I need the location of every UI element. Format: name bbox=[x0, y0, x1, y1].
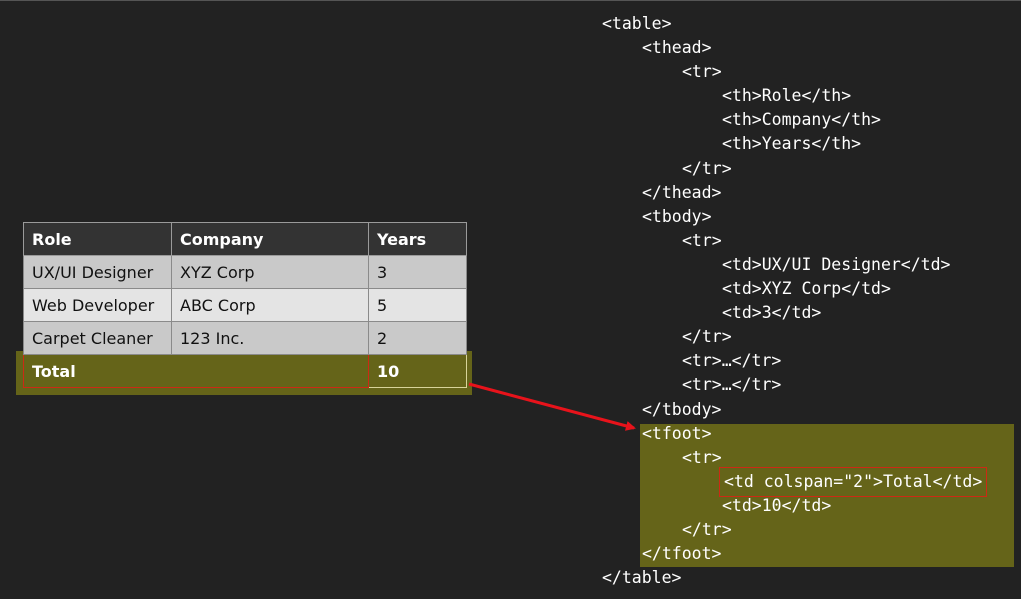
code-line: </table> bbox=[602, 568, 682, 588]
table-cell: 2 bbox=[368, 321, 467, 355]
table-cell: UX/UI Designer bbox=[23, 255, 172, 289]
code-line: <thead> bbox=[642, 38, 712, 58]
header-row: Role Company Years bbox=[23, 222, 467, 256]
colspan-annotation-box: <td colspan="2">Total</td> bbox=[718, 466, 988, 497]
table-head: Role Company Years bbox=[23, 222, 467, 256]
footer-row: Total 10 bbox=[23, 354, 467, 388]
footer-total-value: 10 bbox=[368, 354, 467, 388]
top-divider bbox=[0, 0, 1021, 1]
code-line: <td>XYZ Corp</td> bbox=[722, 279, 891, 299]
code-line: <tbody> bbox=[642, 206, 712, 226]
code-line: <td>UX/UI Designer</td> bbox=[722, 254, 951, 274]
code-line: <th>Role</th> bbox=[722, 86, 852, 106]
code-line: <th>Years</th> bbox=[722, 134, 862, 154]
table-row: UX/UI Designer XYZ Corp 3 bbox=[23, 255, 467, 289]
table-cell: ABC Corp bbox=[171, 288, 369, 322]
table-foot: Total 10 bbox=[23, 354, 467, 388]
footer-total-label: Total bbox=[23, 354, 369, 388]
code-listing: <table> <thead> <tr> <th>Role</th> <th>C… bbox=[602, 12, 988, 590]
table-cell: Carpet Cleaner bbox=[23, 321, 172, 355]
table-body: UX/UI Designer XYZ Corp 3 Web Developer … bbox=[23, 255, 467, 355]
code-line: <tr>…</tr> bbox=[682, 375, 782, 395]
header-cell-role: Role bbox=[23, 222, 172, 256]
code-line: </tr> bbox=[682, 158, 732, 178]
code-line: </tbody> bbox=[642, 399, 722, 419]
code-line: <table> bbox=[602, 14, 672, 33]
table-cell: 5 bbox=[368, 288, 467, 322]
code-line: </tr> bbox=[682, 327, 732, 347]
code-line: <td>3</td> bbox=[722, 303, 822, 323]
code-line: <th>Company</th> bbox=[722, 110, 881, 130]
table-cell: 3 bbox=[368, 255, 467, 289]
code-line: <tr> bbox=[682, 230, 722, 250]
table-cell: 123 Inc. bbox=[171, 321, 369, 355]
code-line: </tr> bbox=[682, 519, 732, 539]
code-line: <tr>…</tr> bbox=[682, 351, 782, 371]
code-line: </tfoot> bbox=[642, 544, 722, 564]
table-cell: XYZ Corp bbox=[171, 255, 369, 289]
code-line-colspan: <td colspan="2">Total</td> bbox=[602, 466, 988, 497]
code-line: <tfoot> bbox=[642, 423, 712, 443]
table-row: Carpet Cleaner 123 Inc. 2 bbox=[23, 321, 467, 355]
rendered-table: Role Company Years UX/UI Designer XYZ Co… bbox=[23, 222, 467, 388]
header-cell-company: Company bbox=[171, 222, 369, 256]
table-row: Web Developer ABC Corp 5 bbox=[23, 288, 467, 322]
code-line: <td>10</td> bbox=[722, 495, 832, 515]
code-line: </thead> bbox=[642, 182, 722, 202]
table-cell: Web Developer bbox=[23, 288, 172, 322]
code-line: <tr> bbox=[682, 62, 722, 82]
code-line: <tr> bbox=[682, 447, 722, 467]
header-cell-years: Years bbox=[368, 222, 467, 256]
